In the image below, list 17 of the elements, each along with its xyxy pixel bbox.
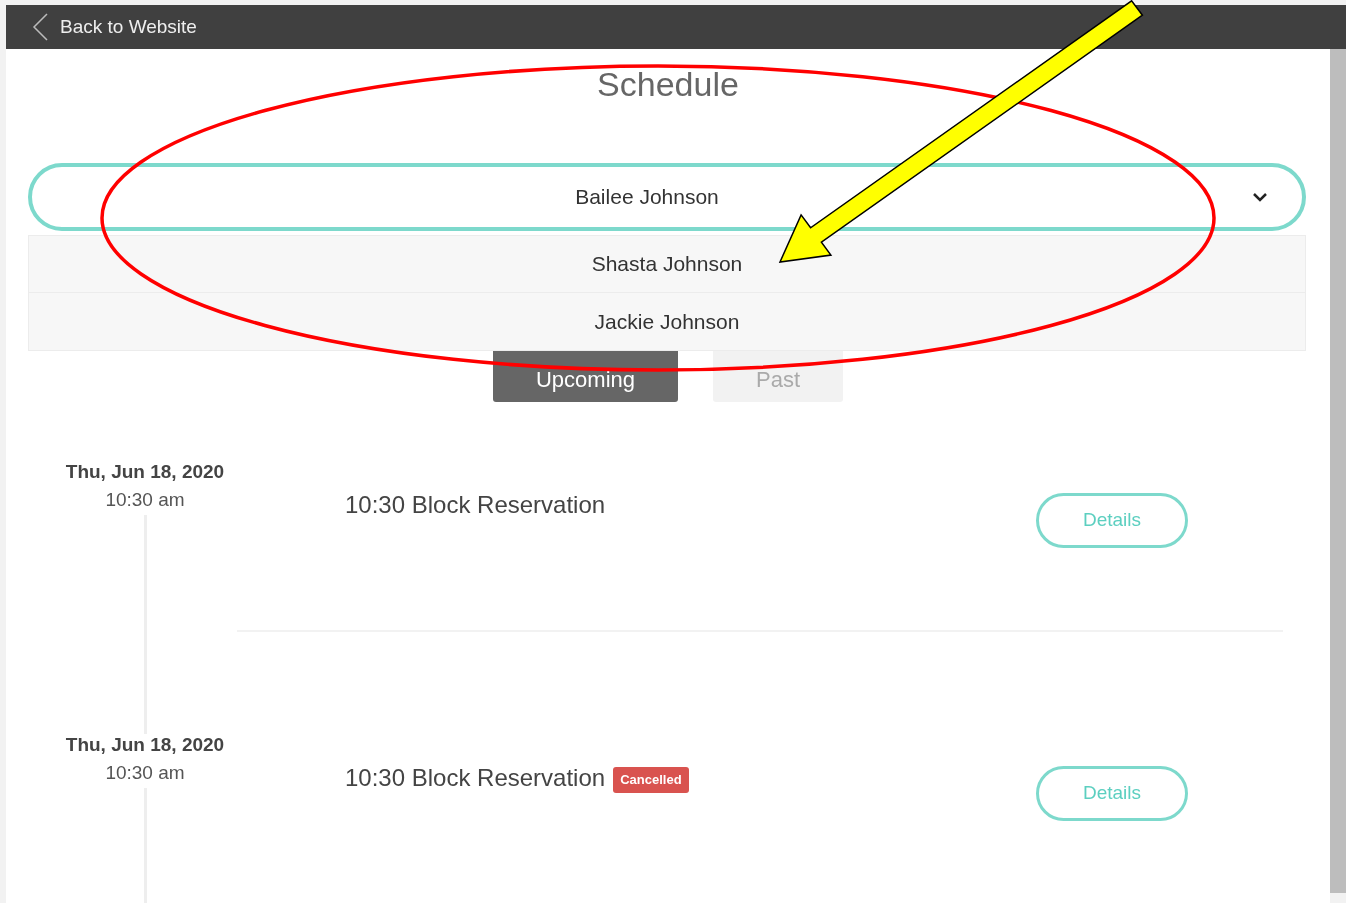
event-date: Thu, Jun 18, 2020 bbox=[65, 461, 225, 483]
event-date: Thu, Jun 18, 2020 bbox=[65, 734, 225, 756]
cancelled-badge: Cancelled bbox=[613, 767, 689, 793]
back-chevron-icon[interactable] bbox=[32, 13, 48, 41]
dropdown-value: Bailee Johnson bbox=[575, 184, 719, 211]
person-dropdown[interactable]: Bailee Johnson bbox=[28, 163, 1306, 231]
event-time: 10:30 am bbox=[105, 762, 185, 784]
dropdown-option[interactable]: Shasta Johnson bbox=[28, 235, 1306, 293]
event-time: 10:30 am bbox=[105, 489, 185, 511]
tab[interactable]: Upcoming bbox=[492, 351, 678, 402]
page-title: Schedule bbox=[596, 64, 740, 104]
event-title: 10:30 Block Reservation bbox=[345, 763, 606, 793]
back-link[interactable]: Back to Website bbox=[60, 12, 197, 42]
dropdown-option[interactable]: Jackie Johnson bbox=[28, 293, 1306, 351]
chevron-down-icon bbox=[1252, 192, 1268, 202]
event-title: 10:30 Block Reservation bbox=[345, 490, 606, 520]
scrollbar[interactable] bbox=[1330, 49, 1346, 893]
